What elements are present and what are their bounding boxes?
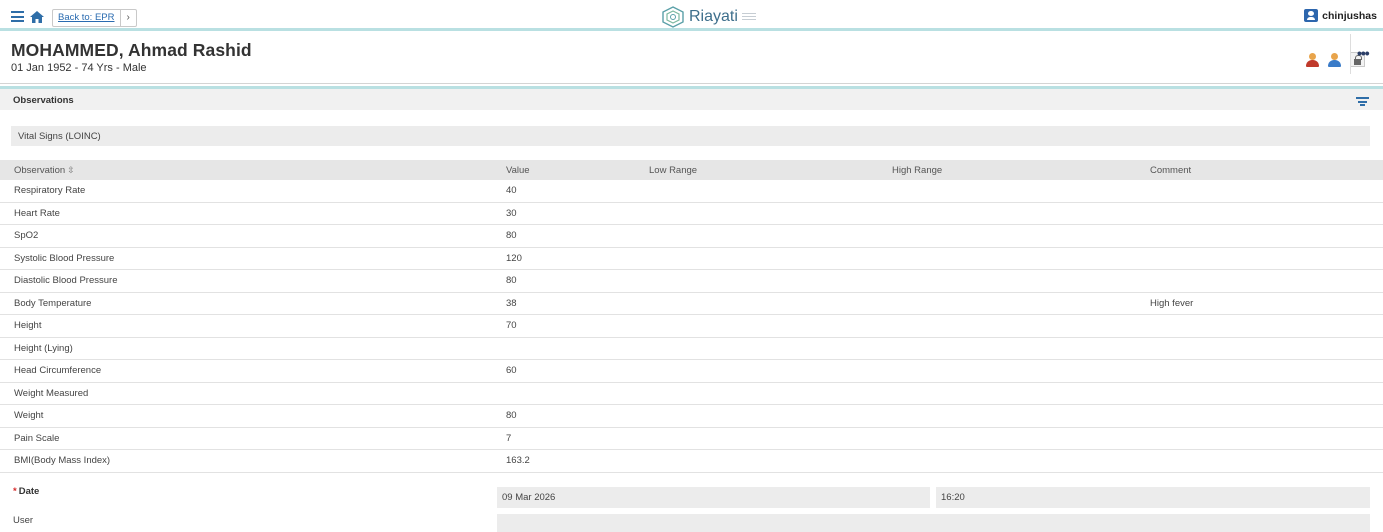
observation-cell: Weight Measured (14, 387, 89, 399)
menu-icon[interactable] (11, 11, 24, 22)
user-field[interactable] (497, 514, 1370, 532)
column-header-low-range: Low Range (649, 165, 698, 176)
observation-cell: Height (Lying) (14, 342, 73, 354)
observation-cell: SpO2 (14, 230, 39, 241)
back-link-label[interactable]: Back to: EPR (53, 10, 121, 26)
user-icon[interactable] (1304, 9, 1319, 22)
value-cell: 38 (506, 297, 517, 309)
brand-logo: Riayati (661, 6, 756, 28)
observations-section-header: Observations (0, 86, 1383, 110)
patient-alert-icons (1305, 52, 1365, 67)
table-row[interactable]: Weight 80 (0, 405, 1383, 428)
date-field[interactable] (497, 487, 930, 508)
value-cell: 40 (506, 185, 517, 196)
comment-cell: High fever (1150, 297, 1194, 309)
column-header-comment: Comment (1150, 165, 1192, 176)
value-cell: 163.2 (506, 455, 530, 466)
column-header-observation[interactable]: Observation ⇳ (14, 165, 75, 176)
observation-cell: Pain Scale (14, 432, 60, 444)
value-cell: 30 (506, 207, 517, 219)
column-header-high-range: High Range (892, 165, 943, 176)
table-row[interactable]: Diastolic Blood Pressure 80 (0, 270, 1383, 293)
back-to-epr-link[interactable]: Back to: EPR › (52, 9, 137, 27)
patient-alert-person-icon[interactable] (1305, 52, 1320, 67)
home-icon[interactable] (29, 10, 45, 24)
table-row[interactable]: Weight Measured (0, 383, 1383, 405)
observation-cell: Heart Rate (14, 207, 60, 219)
care-team-person-icon[interactable] (1327, 52, 1342, 67)
observations-table-body: Respiratory Rate 40 Heart Rate 30 SpO2 80 Syst… (0, 180, 1383, 473)
user-menu[interactable]: chinjushas (1304, 9, 1377, 22)
top-bar: Back to: EPR › Riayati chinjushas (0, 0, 1383, 31)
value-cell: 120 (506, 252, 522, 264)
chevron-right-icon[interactable]: › (121, 10, 136, 26)
patient-demographics: 01 Jan 1952 - 74 Yrs - Male (11, 62, 147, 74)
more-options-icon[interactable]: ••• (1357, 46, 1370, 60)
observation-cell: Systolic Blood Pressure (14, 252, 115, 264)
value-cell: 60 (506, 365, 517, 376)
value-cell: 80 (506, 410, 517, 421)
value-cell: 80 (506, 230, 517, 241)
vital-signs-group-header[interactable]: Vital Signs (LOINC) (11, 126, 1370, 146)
table-row[interactable]: Head Circumference 60 (0, 360, 1383, 383)
username[interactable]: chinjushas (1322, 10, 1377, 22)
value-cell: 70 (506, 320, 517, 331)
observation-cell: Body Temperature (14, 297, 92, 309)
table-row[interactable]: Height 70 (0, 315, 1383, 338)
sort-icon[interactable]: ⇳ (67, 165, 75, 176)
required-marker: * (13, 486, 17, 497)
user-label: User (13, 515, 34, 526)
section-title: Observations (13, 95, 74, 106)
date-label: * Date (13, 486, 40, 497)
patient-banner: MOHAMMED, Ahmad Rashid 01 Jan 1952 - 74 … (0, 34, 1383, 84)
value-cell: 80 (506, 275, 517, 286)
table-row[interactable]: Respiratory Rate 40 (0, 180, 1383, 203)
table-row[interactable]: Body Temperature 38 High fever (0, 293, 1383, 315)
table-row[interactable]: Height (Lying) (0, 338, 1383, 360)
patient-name: MOHAMMED, Ahmad Rashid (11, 40, 252, 60)
observation-cell: BMI(Body Mass Index) (14, 455, 111, 466)
observation-cell: Diastolic Blood Pressure (14, 275, 118, 286)
group-label: Vital Signs (LOINC) (18, 131, 101, 142)
table-row[interactable]: BMI(Body Mass Index) 163.2 (0, 450, 1383, 473)
observation-cell: Head Circumference (14, 365, 102, 376)
brand-name: Riayati (689, 8, 738, 25)
value-cell: 7 (506, 432, 512, 444)
filter-icon[interactable] (1356, 97, 1369, 106)
observations-table-header: Observation ⇳ Value Low Range High Range … (0, 160, 1383, 180)
table-row[interactable]: SpO2 80 (0, 225, 1383, 248)
table-row[interactable]: Pain Scale 7 (0, 428, 1383, 450)
table-row[interactable]: Heart Rate 30 (0, 203, 1383, 225)
observation-cell: Height (14, 320, 42, 331)
brand-subtitle-mark (741, 13, 756, 21)
column-header-value: Value (506, 165, 530, 176)
divider (1350, 34, 1351, 74)
riayati-logo-icon (662, 6, 684, 28)
time-field[interactable] (936, 487, 1370, 508)
table-row[interactable]: Systolic Blood Pressure 120 (0, 248, 1383, 270)
observation-cell: Respiratory Rate (14, 185, 86, 196)
observation-cell: Weight (14, 410, 44, 421)
